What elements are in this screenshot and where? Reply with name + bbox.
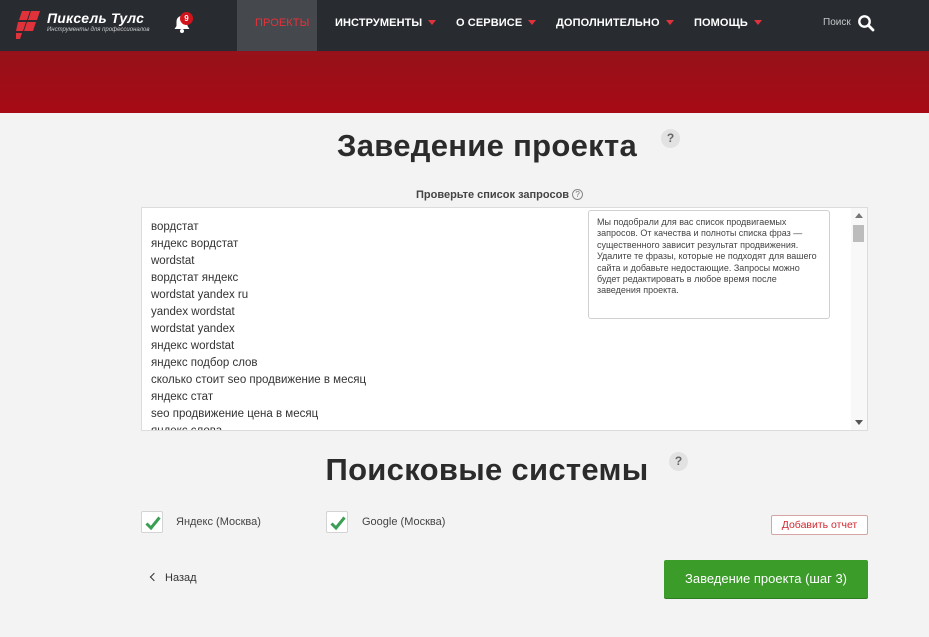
query-item: яндекс вордстат [151,238,239,250]
caret-down-icon [428,20,437,25]
queries-label-text: Проверьте список запросов [416,189,570,201]
yandex-checkbox[interactable] [141,511,163,533]
add-report-button[interactable]: Добавить отчет [771,515,868,535]
logo-subtitle: Инструменты для профессионалов [47,27,150,33]
nav-projects-label: ПРОЕКТЫ [255,17,310,29]
query-item: wordstat yandex ru [151,289,249,301]
scroll-down-icon[interactable] [855,420,863,425]
logo-title: Пиксель Тулс [47,10,145,26]
page-title: Заведение проекта [337,128,637,163]
nav-about-label: О СЕРВИСЕ [456,17,523,29]
back-link[interactable]: Назад [149,572,197,584]
query-item: яндекс стат [151,391,214,403]
nav-more-label: ДОПОЛНИТЕЛЬНО [556,17,660,29]
search-label[interactable]: Поиск [823,17,851,28]
caret-down-icon [753,20,762,25]
query-item: вордстат яндекс [151,272,239,284]
logo[interactable]: Пиксель Тулс Инструменты для профессиона… [16,10,156,42]
search-icon[interactable] [857,14,875,32]
query-item: сколько стоит seo продвижение в месяц [151,374,367,386]
question-circle-icon[interactable]: ? [572,189,584,200]
notification-badge: 9 [180,12,193,25]
google-checkbox[interactable] [326,511,348,533]
page-help-icon[interactable]: ? [661,129,680,148]
chevron-left-icon [149,572,159,582]
queries-label: Проверьте список запросов? [416,189,584,201]
checkmark-icon [145,516,161,531]
query-list: вордстат яндекс вордстат wordstat вордст… [151,219,367,431]
nav-tools-label: ИНСТРУМЕНТЫ [335,17,423,29]
scroll-thumb[interactable] [853,225,864,242]
query-item: яндекс wordstat [151,340,235,352]
nav-about[interactable]: О СЕРВИСЕ [456,0,537,51]
caret-down-icon [528,20,537,25]
query-item: wordstat yandex [151,323,235,335]
nav-projects[interactable]: ПРОЕКТЫ [237,0,317,51]
vertical-scrollbar[interactable] [851,208,867,430]
top-navbar: Пиксель Тулс Инструменты для профессиона… [0,0,929,51]
scroll-up-icon[interactable] [855,213,863,218]
yandex-label: Яндекс (Москва) [176,516,261,528]
google-label: Google (Москва) [362,516,446,528]
next-step-button[interactable]: Заведение проекта (шаг 3) [664,560,868,598]
nav-more[interactable]: ДОПОЛНИТЕЛЬНО [556,0,674,51]
queries-tooltip: Мы подобрали для вас список продвигаемых… [588,210,830,319]
logo-mark-icon [16,11,40,39]
hero-banner [0,51,929,113]
nav-help-label: ПОМОЩЬ [694,17,748,29]
caret-down-icon [665,20,674,25]
engines-title: Поисковые системы [325,452,649,487]
query-item: яндекс подбор слов [151,357,258,369]
query-item: вордстат [151,221,199,233]
nav-help[interactable]: ПОМОЩЬ [694,0,762,51]
query-item: seo продвижение цена в месяц [151,408,319,420]
checkmark-icon [330,516,346,531]
engines-help-icon[interactable]: ? [669,452,688,471]
nav-tools[interactable]: ИНСТРУМЕНТЫ [335,0,437,51]
query-item: wordstat [151,255,195,267]
query-item: яндекс слова [151,425,223,431]
query-item: yandex wordstat [151,306,235,318]
back-label: Назад [165,572,197,584]
